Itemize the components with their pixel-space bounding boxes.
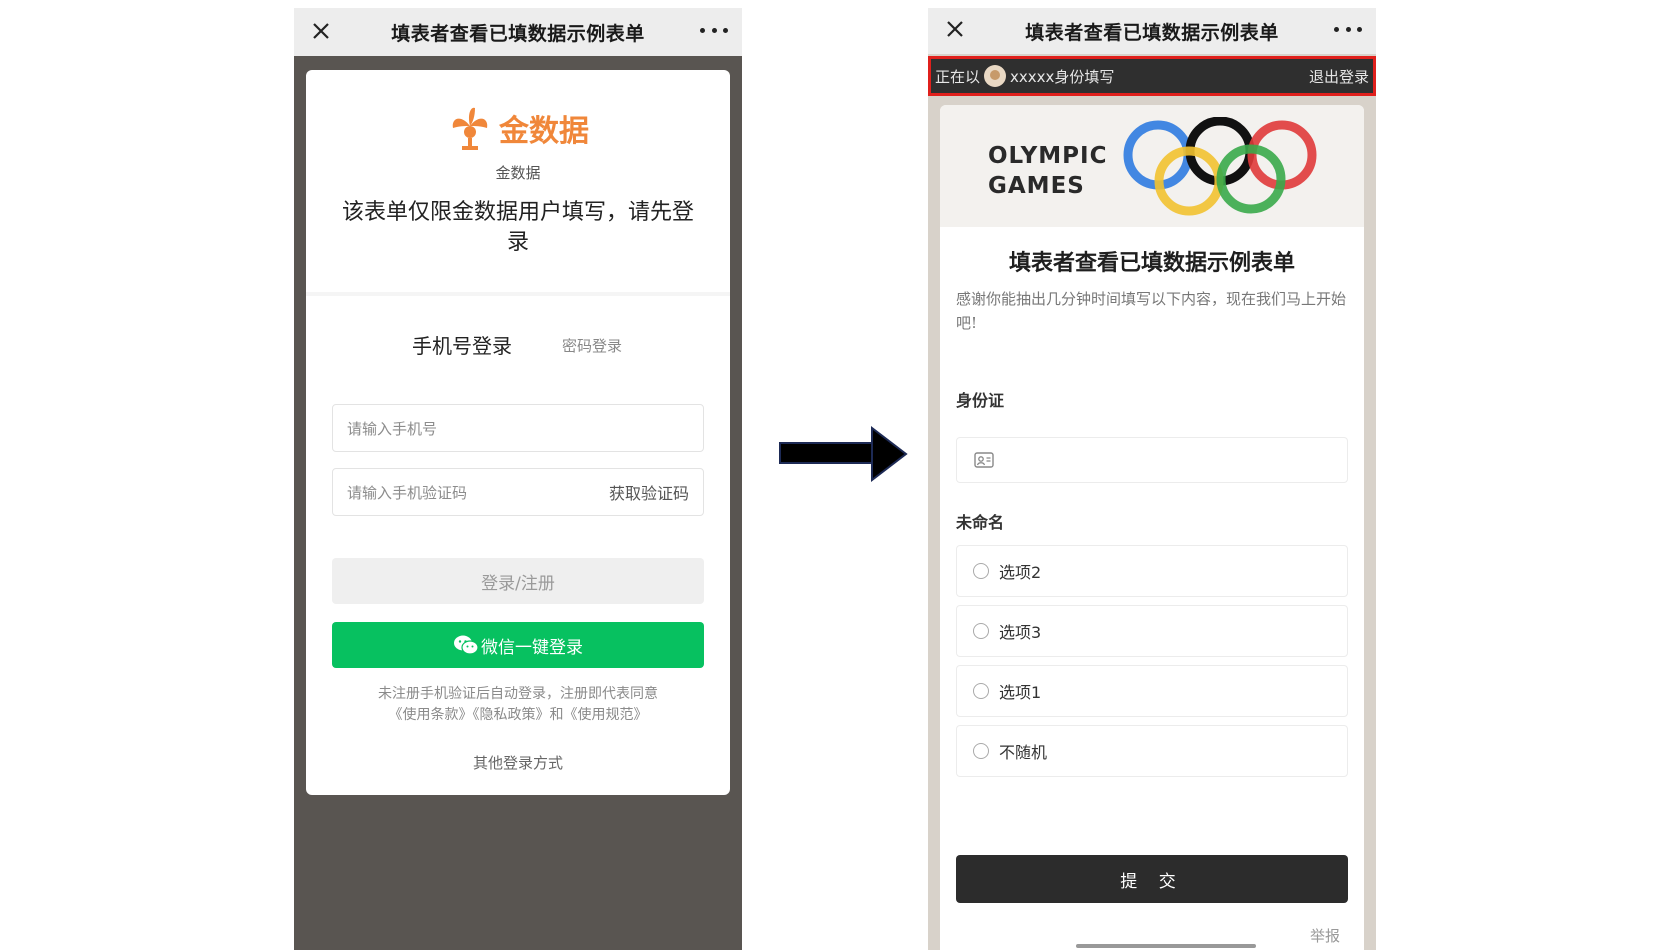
login-register-button[interactable]: 登录/注册 xyxy=(332,558,704,604)
banner-line-2: GAMES xyxy=(988,173,1085,199)
brand-logo-icon xyxy=(452,107,488,150)
other-login-methods[interactable]: 其他登录方式 xyxy=(306,752,730,773)
option-label: 选项1 xyxy=(999,683,1042,702)
olympic-rings-icon xyxy=(1123,117,1317,216)
form-card: OLYMPIC GAMES 填表者查看已填数据示例表单 感谢你能抽出几分钟时间填… xyxy=(940,105,1364,950)
radio-option[interactable]: 不随机 xyxy=(956,725,1348,777)
title-bar: 填表者查看已填数据示例表单 xyxy=(294,8,742,56)
login-screen: 填表者查看已填数据示例表单 金数据 金数据 该表单仅限金数据用户填写，请先登录 … xyxy=(294,8,742,950)
wechat-login-label: 微信一键登录 xyxy=(481,637,583,658)
close-icon[interactable] xyxy=(308,18,334,44)
title-bar: 填表者查看已填数据示例表单 xyxy=(928,8,1376,54)
terms-text: 未注册手机验证后自动登录，注册即代表同意 《使用条款》《隐私政策》和《使用规范》 xyxy=(326,684,710,726)
get-code-button[interactable]: 获取验证码 xyxy=(609,480,689,504)
radio-option[interactable]: 选项2 xyxy=(956,545,1348,597)
report-link[interactable]: 举报 xyxy=(1310,925,1340,946)
login-identity: xxxxx身份填写 xyxy=(1010,67,1115,86)
avatar xyxy=(984,65,1007,87)
home-indicator xyxy=(1076,944,1256,948)
phone-input-placeholder: 请输入手机号 xyxy=(347,419,438,438)
page-title: 填表者查看已填数据示例表单 xyxy=(391,22,645,45)
radio-circle[interactable] xyxy=(973,743,989,759)
terms-line-1: 未注册手机验证后自动登录，注册即代表同意 xyxy=(378,686,658,702)
terms-links[interactable]: 《使用条款》《隐私政策》和《使用规范》 xyxy=(326,705,710,726)
brand-logo: 金数据 xyxy=(306,100,730,156)
phone-input[interactable]: 请输入手机号 xyxy=(332,404,704,452)
brand-subtitle: 金数据 xyxy=(495,164,541,182)
login-card: 金数据 金数据 该表单仅限金数据用户填写，请先登录 手机号登录 密码登录 请输入… xyxy=(306,70,730,795)
wechat-login-button[interactable]: 微信一键登录 xyxy=(332,622,704,668)
page-title: 填表者查看已填数据示例表单 xyxy=(1025,21,1279,44)
question-label-id: 身份证 xyxy=(956,391,1005,410)
question-label-unnamed: 未命名 xyxy=(956,513,1005,532)
arrow-right-icon xyxy=(779,426,908,482)
option-label: 选项2 xyxy=(999,563,1042,582)
id-card-icon xyxy=(974,452,994,468)
brand-name: 金数据 xyxy=(499,114,589,149)
radio-circle[interactable] xyxy=(973,683,989,699)
option-label: 不随机 xyxy=(999,743,1048,762)
radio-circle[interactable] xyxy=(973,563,989,579)
radio-option[interactable]: 选项1 xyxy=(956,665,1348,717)
wechat-icon xyxy=(454,635,479,655)
banner-line-1: OLYMPIC xyxy=(988,143,1108,169)
submit-button[interactable]: 提 交 xyxy=(956,855,1348,903)
banner-text: OLYMPIC GAMES xyxy=(988,141,1107,201)
id-card-input[interactable] xyxy=(956,437,1348,483)
more-icon[interactable] xyxy=(700,24,728,36)
tab-password-login[interactable]: 密码登录 xyxy=(562,335,622,356)
form-title: 填表者查看已填数据示例表单 xyxy=(1008,251,1295,276)
form-description: 感谢你能抽出几分钟时间填写以下内容，现在我们马上开始吧! xyxy=(956,290,1347,332)
divider xyxy=(306,292,730,296)
code-input-placeholder: 请输入手机验证码 xyxy=(347,483,468,502)
logout-button[interactable]: 退出登录 xyxy=(1309,66,1369,87)
form-screen: 填表者查看已填数据示例表单 正在以 xxxxx身份填写 退出登录 OLYMPIC… xyxy=(928,8,1376,950)
close-icon[interactable] xyxy=(942,16,968,42)
tab-phone-login[interactable]: 手机号登录 xyxy=(412,330,512,359)
option-label: 选项3 xyxy=(999,623,1042,642)
radio-option[interactable]: 选项3 xyxy=(956,605,1348,657)
code-input[interactable]: 请输入手机验证码 获取验证码 xyxy=(332,468,704,516)
form-banner: OLYMPIC GAMES xyxy=(940,105,1364,227)
more-icon[interactable] xyxy=(1334,23,1362,35)
radio-circle[interactable] xyxy=(973,623,989,639)
login-status-prefix: 正在以 xyxy=(935,67,981,86)
login-notice: 该表单仅限金数据用户填写，请先登录 xyxy=(341,200,694,255)
login-status-bar: 正在以 xxxxx身份填写 退出登录 xyxy=(928,56,1376,96)
